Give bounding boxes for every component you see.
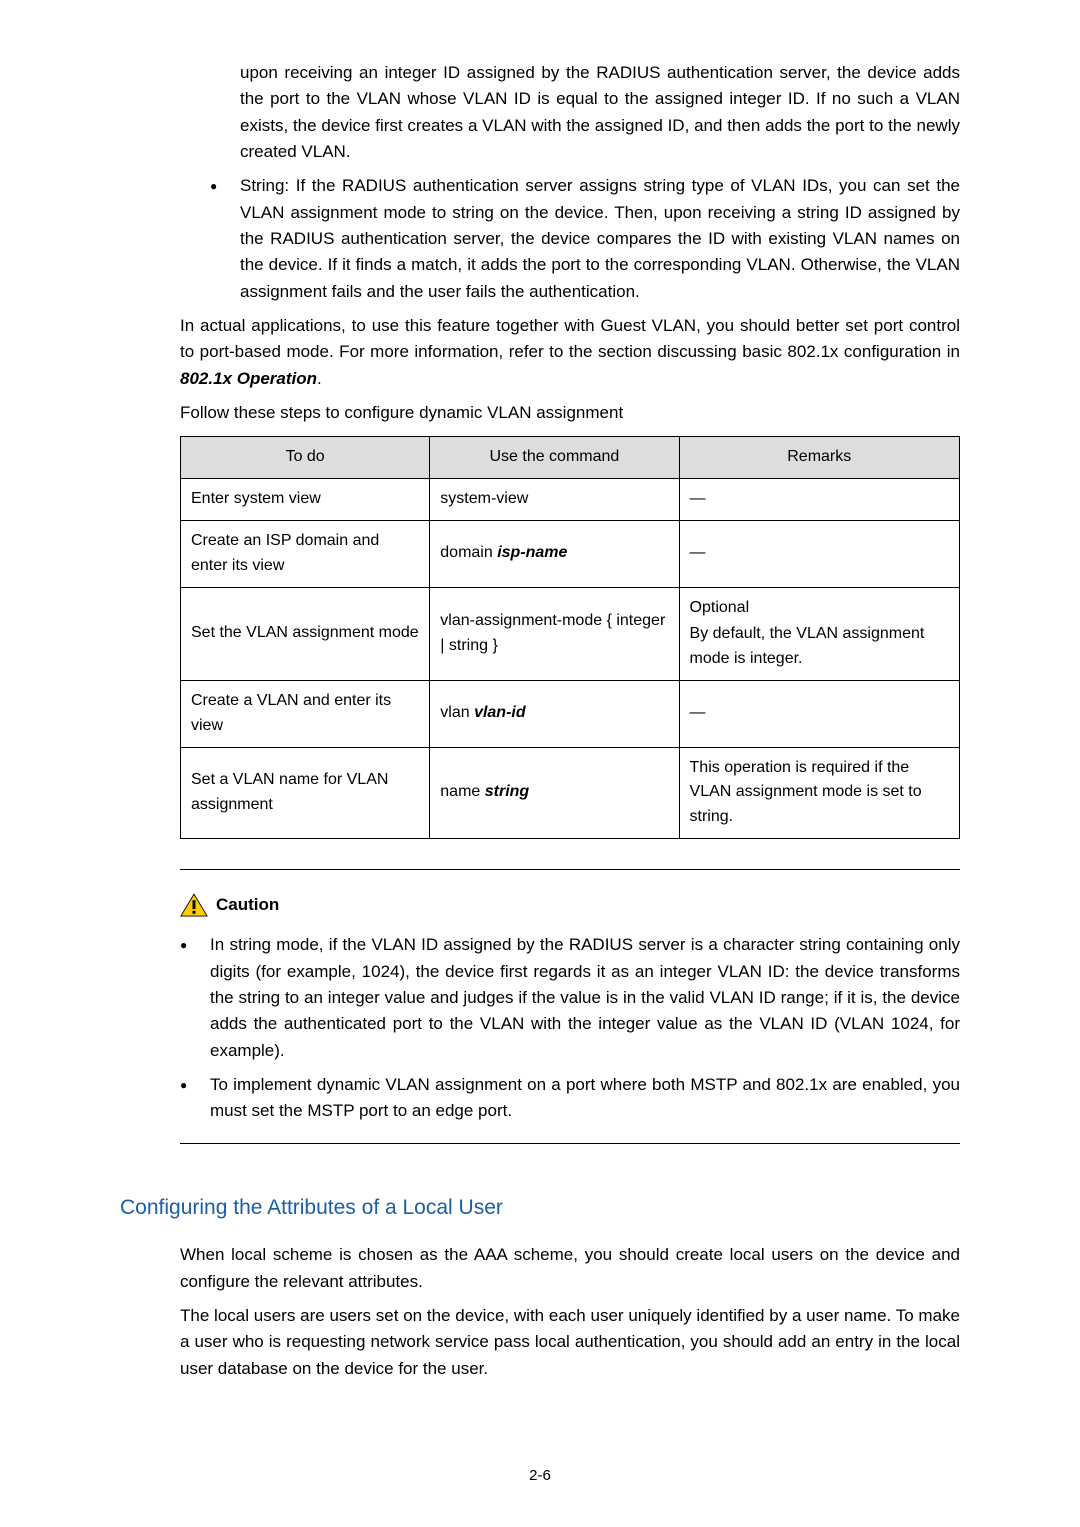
bullet-dot-icon: ● — [180, 1072, 210, 1125]
cmd-arg: isp-name — [497, 544, 567, 561]
paragraph-local-1: When local scheme is chosen as the AAA s… — [180, 1242, 960, 1295]
table-header-todo: To do — [181, 437, 430, 479]
table-header-remarks: Remarks — [679, 437, 959, 479]
bullet-dot-icon: ● — [210, 173, 240, 305]
cell-remarks: — — [679, 521, 959, 588]
table-row: Create an ISP domain and enter its view … — [181, 521, 960, 588]
remark-line2: By default, the VLAN assignment mode is … — [690, 622, 949, 672]
cell-remarks: — — [679, 681, 959, 748]
table-row: Enter system view system-view — — [181, 479, 960, 521]
table-row: Set the VLAN assignment mode vlan-assign… — [181, 587, 960, 680]
paragraph-actual-pre: In actual applications, to use this feat… — [180, 316, 960, 361]
caution-label: Caution — [216, 892, 279, 918]
caution-text-2: To implement dynamic VLAN assignment on … — [210, 1072, 960, 1125]
intro-block: upon receiving an integer ID assigned by… — [120, 60, 960, 1144]
cell-cmd: name string — [430, 747, 679, 838]
page-content: upon receiving an integer ID assigned by… — [120, 60, 960, 1382]
cell-todo: Enter system view — [181, 479, 430, 521]
paragraph-local-2: The local users are users set on the dev… — [180, 1303, 960, 1382]
divider-top — [180, 869, 960, 870]
caution-header: Caution — [180, 892, 960, 918]
divider-bottom — [180, 1143, 960, 1144]
cell-remarks: Optional By default, the VLAN assignment… — [679, 587, 959, 680]
config-steps-table: To do Use the command Remarks Enter syst… — [180, 436, 960, 839]
paragraph-upon: upon receiving an integer ID assigned by… — [180, 60, 960, 165]
caution-bullet-2: ● To implement dynamic VLAN assignment o… — [180, 1072, 960, 1125]
cmd-text: system-view — [440, 490, 528, 507]
cmd-arg: vlan-id — [474, 704, 526, 721]
bullet-text-string: String: If the RADIUS authentication ser… — [240, 173, 960, 305]
paragraph-actual-post: . — [317, 369, 322, 388]
table-header-row: To do Use the command Remarks — [181, 437, 960, 479]
paragraph-actual: In actual applications, to use this feat… — [180, 313, 960, 392]
cell-todo: Create a VLAN and enter its view — [181, 681, 430, 748]
cell-cmd: domain isp-name — [430, 521, 679, 588]
cell-cmd: vlan vlan-id — [430, 681, 679, 748]
caution-bullet-1: ● In string mode, if the VLAN ID assigne… — [180, 932, 960, 1064]
table-row: Set a VLAN name for VLAN assignment name… — [181, 747, 960, 838]
caution-block: Caution ● In string mode, if the VLAN ID… — [180, 892, 960, 1125]
cell-cmd: vlan-assignment-mode { integer | string … — [430, 587, 679, 680]
section-heading-local-user: Configuring the Attributes of a Local Us… — [120, 1192, 960, 1225]
table-header-cmd: Use the command — [430, 437, 679, 479]
table-row: Create a VLAN and enter its view vlan vl… — [181, 681, 960, 748]
cell-remarks: This operation is required if the VLAN a… — [679, 747, 959, 838]
warning-triangle-icon — [180, 893, 208, 918]
cell-todo: Create an ISP domain and enter its view — [181, 521, 430, 588]
cell-cmd: system-view — [430, 479, 679, 521]
cmd-text: vlan — [440, 704, 474, 721]
bullet-item-string: ● String: If the RADIUS authentication s… — [180, 173, 960, 305]
bullet-dot-icon: ● — [180, 932, 210, 1064]
caution-text-1: In string mode, if the VLAN ID assigned … — [210, 932, 960, 1064]
cell-remarks: — — [679, 479, 959, 521]
cell-todo: Set a VLAN name for VLAN assignment — [181, 747, 430, 838]
cmd-text: name — [440, 783, 484, 800]
local-user-block: When local scheme is chosen as the AAA s… — [120, 1242, 960, 1382]
cmd-text: domain — [440, 544, 497, 561]
cmd-arg: string — [485, 783, 529, 800]
paragraph-follow: Follow these steps to configure dynamic … — [180, 400, 960, 426]
cell-todo: Set the VLAN assignment mode — [181, 587, 430, 680]
page-number: 2-6 — [0, 1464, 1080, 1487]
remark-line1: Optional — [690, 596, 949, 621]
paragraph-actual-bold: 802.1x Operation — [180, 369, 317, 388]
